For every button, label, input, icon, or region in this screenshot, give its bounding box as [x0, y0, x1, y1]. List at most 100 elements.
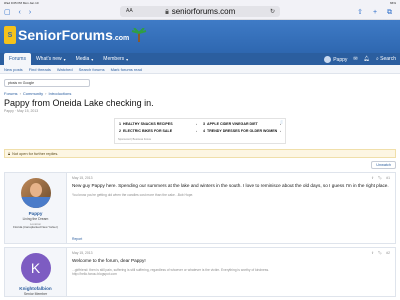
breadcrumb-community[interactable]: Community — [23, 91, 43, 96]
post: Pappy Living the Dream Location Florida … — [4, 172, 396, 244]
post-body: May 15, 2013 ⇪ 🔖︎ #2 Welcome to the forum,… — [67, 248, 395, 296]
report-link[interactable]: Report — [72, 237, 82, 241]
address-bar[interactable]: AA seniorforums.com ↻ — [120, 6, 280, 17]
ad-label: HEALTHY SNACKS RECIPES — [123, 122, 173, 126]
ad-footer: Sponsored | Business Focus — [118, 138, 151, 141]
ad-link[interactable]: 2 ELECTRIC BIKES FOR SALE › — [119, 129, 197, 133]
browser-toolbar: iPad 9:05 PM Mon Jan 10 66% ▢ ‹ › AA sen… — [0, 0, 400, 20]
chevron-down-icon: ▾ — [91, 56, 94, 62]
breadcrumb-separator: › — [45, 91, 47, 96]
ad-label: TRENDY DRESSES FOR OLDER WOMEN — [207, 129, 278, 133]
ad-link[interactable]: 3 APPLE CIDER VINEGAR DIET › — [203, 122, 281, 126]
post-date[interactable]: May 15, 2013 — [72, 176, 93, 180]
subnav-search-forums[interactable]: Search forums — [79, 67, 105, 72]
post-date[interactable]: May 15, 2013 — [72, 251, 93, 255]
bell-icon[interactable]: 🔔︎ — [364, 56, 370, 62]
post-number[interactable]: #1 — [386, 176, 390, 180]
search-link[interactable]: ⌕ Search — [376, 56, 396, 62]
url-text: seniorforums.com — [171, 7, 236, 16]
ad-number: 1 — [119, 122, 121, 126]
ad-label: ELECTRIC BIKES FOR SALE — [123, 129, 173, 133]
reload-icon[interactable]: ↻ — [270, 8, 275, 15]
lock-icon — [165, 9, 169, 14]
ad-number: 2 — [119, 129, 121, 133]
logo-domain: .com — [112, 35, 130, 42]
user-title: Senior Member — [23, 292, 48, 296]
chevron-down-icon: ▾ — [126, 56, 129, 62]
page-content: ptosis nx Google Forums › Community › In… — [0, 79, 400, 297]
post-signature: ...girlfriend: then is still pain, suffe… — [72, 267, 270, 277]
tab-media[interactable]: Media ▾ — [71, 53, 99, 65]
post-message: Welcome to the forum, dear Pappy! — [72, 258, 146, 263]
bookmark-icon[interactable]: 🔖︎ — [378, 176, 382, 180]
tab-members[interactable]: Members ▾ — [98, 53, 133, 65]
post-user-info: K Knightofalbion Senior Member — [5, 248, 67, 296]
unwatch-button[interactable]: Unwatch — [371, 161, 396, 169]
status-bar-left: iPad 9:05 PM Mon Jan 10 — [4, 1, 39, 5]
bookmark-icon[interactable]: 🔖︎ — [378, 251, 382, 255]
inbox-icon[interactable]: ✉ — [353, 56, 357, 62]
post-tools: ⇪ 🔖︎ #2 — [371, 251, 390, 255]
user-title: Living the Dream — [22, 217, 49, 221]
post-header: May 15, 2013 ⇪ 🔖︎ #1 — [72, 176, 390, 180]
tab-forums[interactable]: Forums — [4, 53, 31, 65]
page-title: Pappy from Oneida Lake checking in. — [4, 98, 154, 108]
breadcrumb-forums[interactable]: Forums — [4, 91, 18, 96]
ad-info-icon[interactable]: ⓘ — [280, 120, 283, 124]
subnav-find-threads[interactable]: Find threads — [29, 67, 51, 72]
username[interactable]: Knightofalbion — [19, 286, 51, 291]
logo-badge: S — [4, 26, 16, 44]
post-signature: You know you're getting old when the can… — [72, 192, 194, 197]
avatar — [324, 55, 332, 63]
chevron-right-icon: › — [280, 129, 281, 133]
main-nav: Forums What's new ▾ Media ▾ Members ▾ Pappy… — [0, 53, 400, 65]
ad-number: 4 — [203, 129, 205, 133]
post-message: New guy Pappy here. Spending our summers… — [72, 183, 389, 188]
sub-nav: New posts Find threads Watched Search fo… — [0, 65, 400, 74]
chevron-right-icon: › — [196, 129, 197, 133]
ad-link[interactable]: 4 TRENDY DRESSES FOR OLDER WOMEN › — [203, 129, 281, 133]
tab-whats-new[interactable]: What's new ▾ — [31, 53, 71, 65]
google-search-input[interactable]: ptosis nx Google — [4, 79, 90, 87]
share-icon[interactable]: ⇪ — [371, 251, 374, 255]
post: K Knightofalbion Senior Member May 15, 2… — [4, 247, 396, 297]
subnav-watched[interactable]: Watched — [57, 67, 73, 72]
post-number[interactable]: #2 — [386, 251, 390, 255]
chevron-right-icon: › — [196, 122, 197, 126]
reader-options-button[interactable]: AA — [126, 8, 133, 14]
thread-meta: Pappy · May 15, 2013 — [4, 109, 39, 113]
logo-text: SeniorForums.com — [18, 27, 129, 43]
avatar[interactable]: K — [20, 253, 51, 283]
username[interactable]: Pappy — [29, 211, 43, 216]
subnav-mark-read[interactable]: Mark forums read — [111, 67, 142, 72]
location-value: Florida (transplanted New Yorker) — [13, 225, 58, 229]
post-body: May 15, 2013 ⇪ 🔖︎ #1 New guy Pappy here. S… — [67, 173, 395, 243]
share-icon[interactable]: ⇪ — [371, 176, 374, 180]
palm-tree-icon — [131, 28, 147, 42]
tab-label: Forums — [9, 56, 26, 62]
site-logo[interactable]: S SeniorForums.com — [4, 26, 147, 44]
avatar[interactable] — [20, 178, 51, 208]
search-icon: ⌕ — [375, 56, 379, 62]
breadcrumb-separator: › — [19, 91, 21, 96]
search-link-label: Search — [380, 56, 396, 62]
site-header: S SeniorForums.com — [0, 20, 400, 53]
sponsored-ad: ⓘ 1 HEALTHY SNACKS RECIPES › 3 APPLE CIDER … — [114, 118, 286, 144]
sidebar-toggle-icon[interactable]: ▢ ‹ › — [4, 8, 34, 16]
ad-link[interactable]: 1 HEALTHY SNACKS RECIPES › — [119, 122, 197, 126]
tab-label: What's new — [35, 56, 62, 62]
notice-text: Not open for further replies. — [12, 151, 59, 156]
account-link[interactable]: Pappy — [324, 55, 348, 63]
breadcrumb: Forums › Community › Introductions — [4, 91, 396, 96]
post-user-info: Pappy Living the Dream Location Florida … — [5, 173, 67, 243]
share-tabs-icons[interactable]: ⇧ + ⧉ — [357, 8, 396, 17]
nav-account-area: Pappy ✉ 🔔︎ ⌕ Search — [324, 53, 396, 65]
logo-main: SeniorForums — [18, 27, 113, 43]
tab-label: Members — [103, 56, 125, 62]
account-username: Pappy — [333, 56, 348, 63]
subnav-new-posts[interactable]: New posts — [4, 67, 23, 72]
ad-number: 3 — [203, 122, 205, 126]
breadcrumb-introductions[interactable]: Introductions — [48, 91, 71, 96]
ad-label: APPLE CIDER VINEGAR DIET — [207, 122, 258, 126]
post-header: May 15, 2013 ⇪ 🔖︎ #2 — [72, 251, 390, 255]
